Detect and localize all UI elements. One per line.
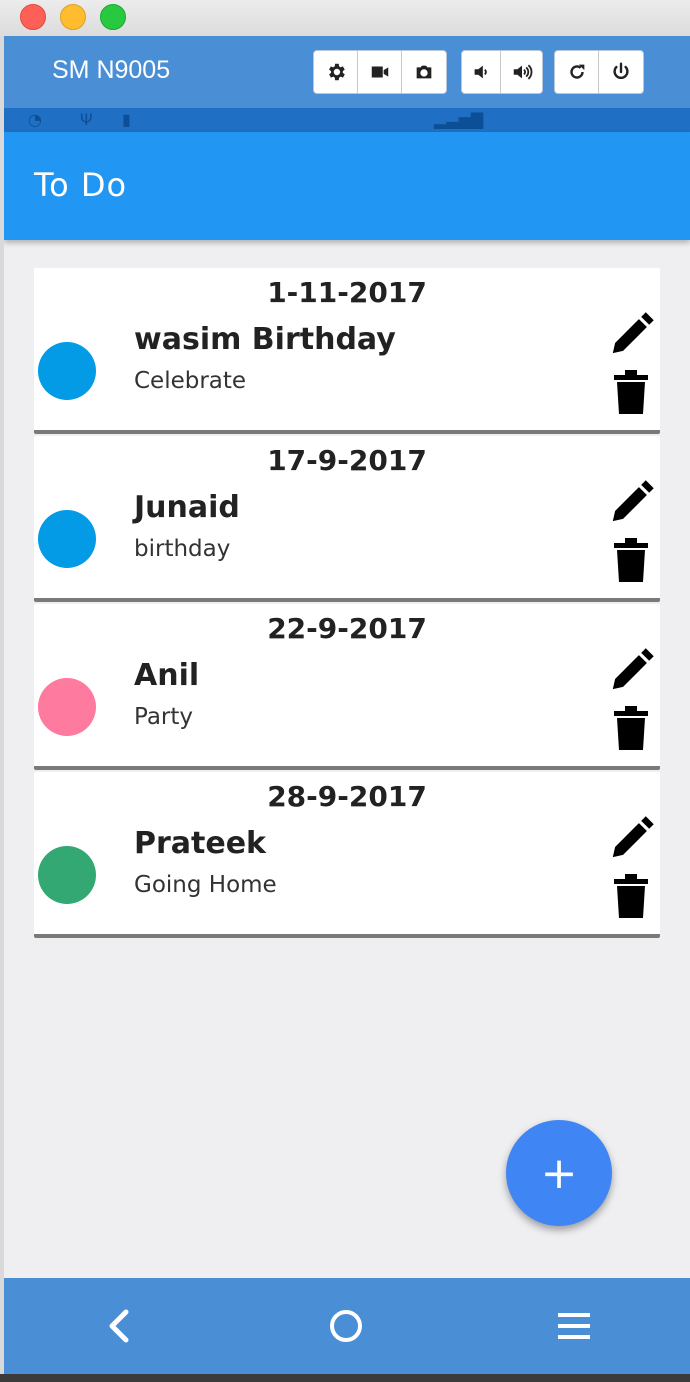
- todo-list: 1-11-2017 wasim Birthday Celebrate 17-9-201…: [34, 268, 660, 940]
- todo-date: 22-9-2017: [267, 612, 427, 645]
- todo-subtitle: Party: [134, 704, 194, 730]
- todo-title: Prateek: [134, 826, 267, 861]
- edit-icon[interactable]: [606, 646, 656, 696]
- signal-icon: ▂▃▅▇: [434, 110, 484, 129]
- home-icon[interactable]: [324, 1304, 368, 1348]
- close-window-button[interactable]: [20, 4, 46, 30]
- toolbar-group-device: [554, 50, 644, 94]
- whatsapp-icon: ◔: [28, 110, 42, 129]
- window-titlebar: [0, 0, 690, 36]
- delete-icon[interactable]: [610, 870, 652, 920]
- add-todo-button[interactable]: +: [506, 1120, 612, 1226]
- volume-down-button[interactable]: [462, 51, 501, 93]
- todo-color-dot: [38, 342, 96, 400]
- android-status-bar: ◔ Ψ ▮ ▂▃▅▇: [4, 108, 690, 132]
- todo-title: Anil: [134, 658, 200, 693]
- maximize-window-button[interactable]: [100, 4, 126, 30]
- toolbar-group-volume: [461, 50, 543, 94]
- delete-icon[interactable]: [610, 702, 652, 752]
- delete-icon[interactable]: [610, 366, 652, 416]
- power-icon: [613, 62, 629, 79]
- device-name: SM N9005: [52, 56, 171, 84]
- volume-up-button[interactable]: [501, 51, 542, 93]
- todo-card[interactable]: 28-9-2017 Prateek Going Home: [34, 772, 660, 938]
- todo-subtitle: Going Home: [134, 872, 277, 898]
- todo-subtitle: Celebrate: [134, 368, 247, 394]
- rotate-button[interactable]: [555, 51, 599, 93]
- window-bottom-edge: [0, 1374, 690, 1382]
- record-video-button[interactable]: [358, 51, 402, 93]
- toolbar-group-capture: [313, 50, 447, 94]
- minimize-window-button[interactable]: [60, 4, 86, 30]
- todo-color-dot: [38, 846, 96, 904]
- rotate-icon: [569, 64, 584, 79]
- edit-icon[interactable]: [606, 310, 656, 360]
- todo-color-dot: [38, 678, 96, 736]
- todo-date: 28-9-2017: [267, 780, 427, 813]
- screenshot-button[interactable]: [402, 51, 446, 93]
- volume-up-icon: [513, 64, 532, 80]
- android-nav-bar: [4, 1278, 690, 1374]
- todo-card[interactable]: 1-11-2017 wasim Birthday Celebrate: [34, 268, 660, 434]
- video-camera-icon: [371, 66, 388, 78]
- usb-icon: Ψ: [80, 110, 93, 129]
- menu-icon[interactable]: [552, 1304, 596, 1348]
- back-icon[interactable]: [98, 1304, 142, 1348]
- todo-card[interactable]: 17-9-2017 Junaid birthday: [34, 436, 660, 602]
- plus-icon: +: [540, 1147, 578, 1199]
- settings-button[interactable]: [314, 51, 358, 93]
- todo-card[interactable]: 22-9-2017 Anil Party: [34, 604, 660, 770]
- camera-icon: [416, 65, 432, 79]
- todo-title: wasim Birthday: [134, 322, 396, 357]
- todo-title: Junaid: [134, 490, 240, 525]
- volume-down-icon: [474, 65, 487, 79]
- app-bar: To Do: [4, 132, 690, 240]
- todo-date: 17-9-2017: [267, 444, 427, 477]
- app-title: To Do: [34, 166, 128, 204]
- power-button[interactable]: [599, 51, 643, 93]
- todo-subtitle: birthday: [134, 536, 231, 562]
- todo-date: 1-11-2017: [267, 276, 427, 309]
- delete-icon[interactable]: [610, 534, 652, 584]
- gear-icon: [328, 63, 345, 81]
- edit-icon[interactable]: [606, 814, 656, 864]
- emulator-toolbar: SM N9005: [4, 36, 690, 108]
- edit-icon[interactable]: [606, 478, 656, 528]
- device-screen: ◔ Ψ ▮ ▂▃▅▇ To Do 1-11-2017 wasim Birthday…: [4, 108, 690, 1278]
- todo-color-dot: [38, 510, 96, 568]
- battery-notification-icon: ▮: [122, 110, 131, 129]
